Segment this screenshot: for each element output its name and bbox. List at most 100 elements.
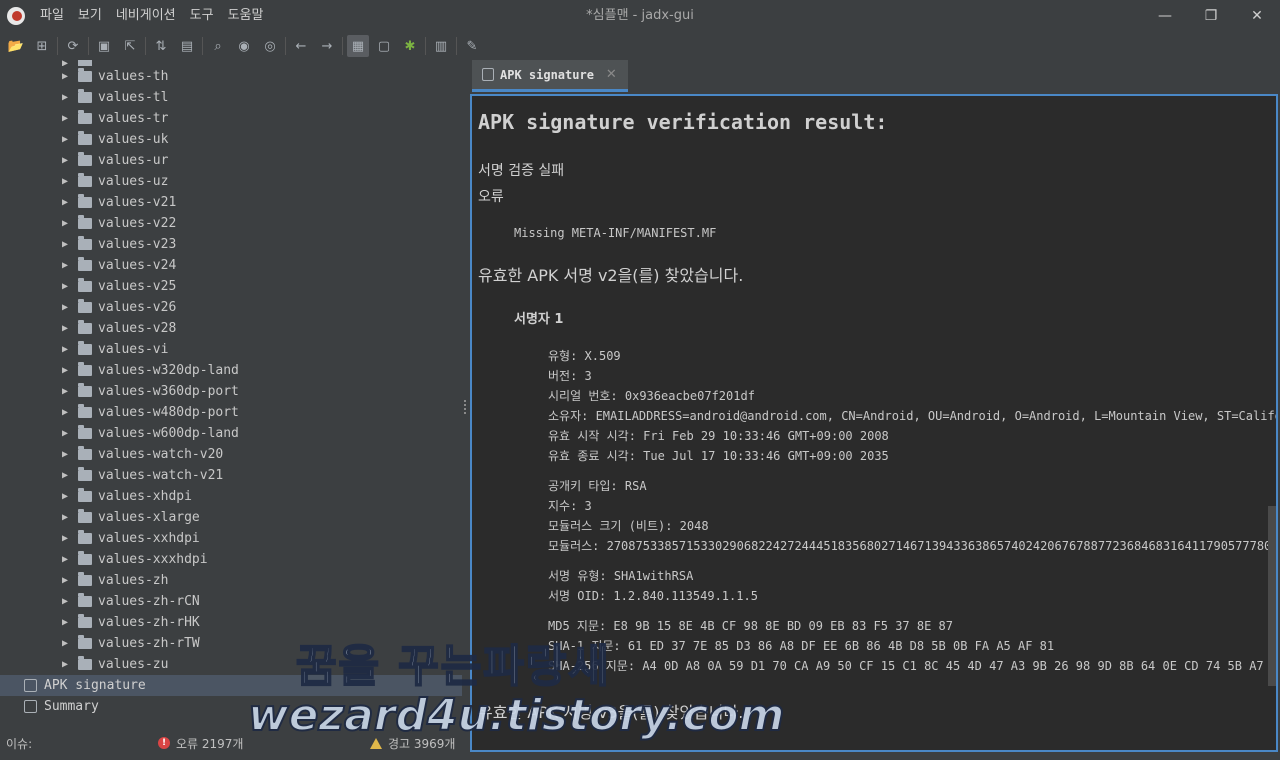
expand-arrow-icon[interactable]: ▶	[62, 638, 72, 649]
tree-folder-item[interactable]: ▶ values-watch-v20	[0, 444, 462, 465]
expand-arrow-icon[interactable]: ▶	[62, 491, 72, 502]
tab-apk-signature[interactable]: APK signature ✕	[472, 60, 628, 92]
tree-folder-label: values-uz	[98, 174, 169, 189]
tree-folder-item[interactable]: ▶ values-xlarge	[0, 507, 462, 528]
tab-close-icon[interactable]: ✕	[606, 67, 617, 82]
search-icon[interactable]: ⌕	[207, 35, 229, 57]
expand-arrow-icon[interactable]: ▶	[62, 470, 72, 481]
folder-icon	[78, 215, 92, 229]
expand-arrow-icon[interactable]: ▶	[62, 533, 72, 544]
expand-arrow-icon[interactable]: ▶	[62, 512, 72, 523]
expand-arrow-icon[interactable]: ▶	[62, 407, 72, 418]
expand-arrow-icon[interactable]: ▶	[62, 113, 72, 124]
tree-folder-item[interactable]: ▶ values-xhdpi	[0, 486, 462, 507]
forward-icon[interactable]: →	[316, 35, 338, 57]
expand-arrow-icon[interactable]: ▶	[62, 60, 72, 66]
save-icon[interactable]: ▣	[93, 35, 115, 57]
quark-icon[interactable]: ▦	[347, 35, 369, 57]
tree-folder-item[interactable]: ▶ values-v22	[0, 213, 462, 234]
expand-arrow-icon[interactable]: ▶	[62, 176, 72, 187]
expand-arrow-icon[interactable]: ▶	[62, 218, 72, 229]
tree-folder-item[interactable]: ▶ values-tr	[0, 108, 462, 129]
expand-arrow-icon[interactable]: ▶	[62, 239, 72, 250]
preferences-icon[interactable]: ✎	[461, 35, 483, 57]
expand-arrow-icon[interactable]: ▶	[62, 386, 72, 397]
folder-tree-icon[interactable]: ▤	[176, 35, 198, 57]
splitter-handle[interactable]	[464, 400, 466, 414]
menu-tools[interactable]: 도구	[183, 0, 221, 32]
add-files-icon[interactable]: ⊞	[31, 35, 53, 57]
expand-arrow-icon[interactable]: ▶	[62, 302, 72, 313]
expand-arrow-icon[interactable]: ▶	[62, 659, 72, 670]
tree-folder-item[interactable]: ▶ values-w360dp-port	[0, 381, 462, 402]
log-icon[interactable]: ▥	[430, 35, 452, 57]
tree-folder-label: values-uk	[98, 132, 169, 147]
close-button[interactable]: ✕	[1234, 0, 1280, 32]
sync-icon[interactable]: ⇅	[150, 35, 172, 57]
tree-folder-item[interactable]: ▶ values-v28	[0, 318, 462, 339]
deobfuscation-icon[interactable]: ▢	[373, 35, 395, 57]
open-icon[interactable]: 📂	[5, 35, 27, 57]
menu-file[interactable]: 파일	[33, 0, 71, 32]
expand-arrow-icon[interactable]: ▶	[62, 197, 72, 208]
project-tree[interactable]: ▶ values-te ▶values-th▶values-tl▶values-…	[0, 60, 462, 726]
menu-help[interactable]: 도움말	[221, 0, 271, 32]
tree-folder-item[interactable]: ▶ values-th	[0, 66, 462, 87]
expand-arrow-icon[interactable]: ▶	[62, 155, 72, 166]
expand-arrow-icon[interactable]: ▶	[62, 596, 72, 607]
tree-folder-item[interactable]: ▶ values-v26	[0, 297, 462, 318]
debugger-icon[interactable]: ✱	[399, 35, 421, 57]
expand-arrow-icon[interactable]: ▶	[62, 134, 72, 145]
tree-folder-item[interactable]: ▶ values-zh-rCN	[0, 591, 462, 612]
tree-folder-item[interactable]: ▶ values-ur	[0, 150, 462, 171]
toolbar: 📂 ⊞ ⟳ ▣ ⇱ ⇅ ▤ ⌕ ◉ ◎ ← → ▦ ▢ ✱ ▥ ✎	[0, 32, 1280, 60]
folder-icon	[78, 551, 92, 565]
folder-icon	[78, 257, 92, 271]
tree-folder-item[interactable]: ▶ values-uk	[0, 129, 462, 150]
tree-folder-item[interactable]: ▶ values-tl	[0, 87, 462, 108]
tree-folder-item[interactable]: ▶ values-v23	[0, 234, 462, 255]
tree-folder-label: values-xxxhdpi	[98, 552, 208, 567]
expand-arrow-icon[interactable]: ▶	[62, 92, 72, 103]
tree-folder-item[interactable]: ▶ values-w320dp-land	[0, 360, 462, 381]
expand-arrow-icon[interactable]: ▶	[62, 554, 72, 565]
tree-folder-item[interactable]: ▶ values-uz	[0, 171, 462, 192]
expand-arrow-icon[interactable]: ▶	[62, 71, 72, 82]
tree-folder-item[interactable]: ▶ values-vi	[0, 339, 462, 360]
toolbar-separator	[145, 37, 146, 55]
tree-folder-item[interactable]: ▶ values-xxxhdpi	[0, 549, 462, 570]
back-icon[interactable]: ←	[290, 35, 312, 57]
tree-folder-item[interactable]: ▶ values-v21	[0, 192, 462, 213]
tree-folder-item[interactable]: ▶ values-xxhdpi	[0, 528, 462, 549]
tree-folder-item[interactable]: ▶ values-v25	[0, 276, 462, 297]
valid-v2-heading: 유효한 APK 서명 v2을(를) 찾았습니다.	[478, 266, 744, 285]
expand-arrow-icon[interactable]: ▶	[62, 617, 72, 628]
export-icon[interactable]: ⇱	[119, 35, 141, 57]
menu-view[interactable]: 보기	[71, 0, 109, 32]
expand-arrow-icon[interactable]: ▶	[62, 323, 72, 334]
menu-navigation[interactable]: 네비게이션	[109, 0, 183, 32]
expand-arrow-icon[interactable]: ▶	[62, 344, 72, 355]
reload-icon[interactable]: ⟳	[62, 35, 84, 57]
expand-arrow-icon[interactable]: ▶	[62, 449, 72, 460]
minimize-button[interactable]: —	[1142, 0, 1188, 32]
expand-arrow-icon[interactable]: ▶	[62, 575, 72, 586]
tree-folder-item[interactable]: ▶ values-w480dp-port	[0, 402, 462, 423]
tree-folder-item[interactable]: ▶ values-w600dp-land	[0, 423, 462, 444]
folder-icon	[78, 446, 92, 460]
issues-label: 이슈:	[6, 736, 33, 751]
tree-folder-item[interactable]: ▶ values-v24	[0, 255, 462, 276]
expand-arrow-icon[interactable]: ▶	[62, 281, 72, 292]
content-scrollbar[interactable]	[1268, 506, 1276, 686]
find-class-icon[interactable]: ◉	[233, 35, 255, 57]
expand-arrow-icon[interactable]: ▶	[62, 260, 72, 271]
expand-arrow-icon[interactable]: ▶	[62, 365, 72, 376]
folder-icon	[78, 278, 92, 292]
maximize-button[interactable]: ❐	[1188, 0, 1234, 32]
pubkey-type: 공개키 타입: RSA	[548, 479, 647, 493]
tree-folder-item[interactable]: ▶ values-watch-v21	[0, 465, 462, 486]
error-count-badge[interactable]: ! 오류 2197개	[158, 735, 243, 752]
tree-folder-item[interactable]: ▶ values-zh	[0, 570, 462, 591]
expand-arrow-icon[interactable]: ▶	[62, 428, 72, 439]
find-usage-icon[interactable]: ◎	[259, 35, 281, 57]
